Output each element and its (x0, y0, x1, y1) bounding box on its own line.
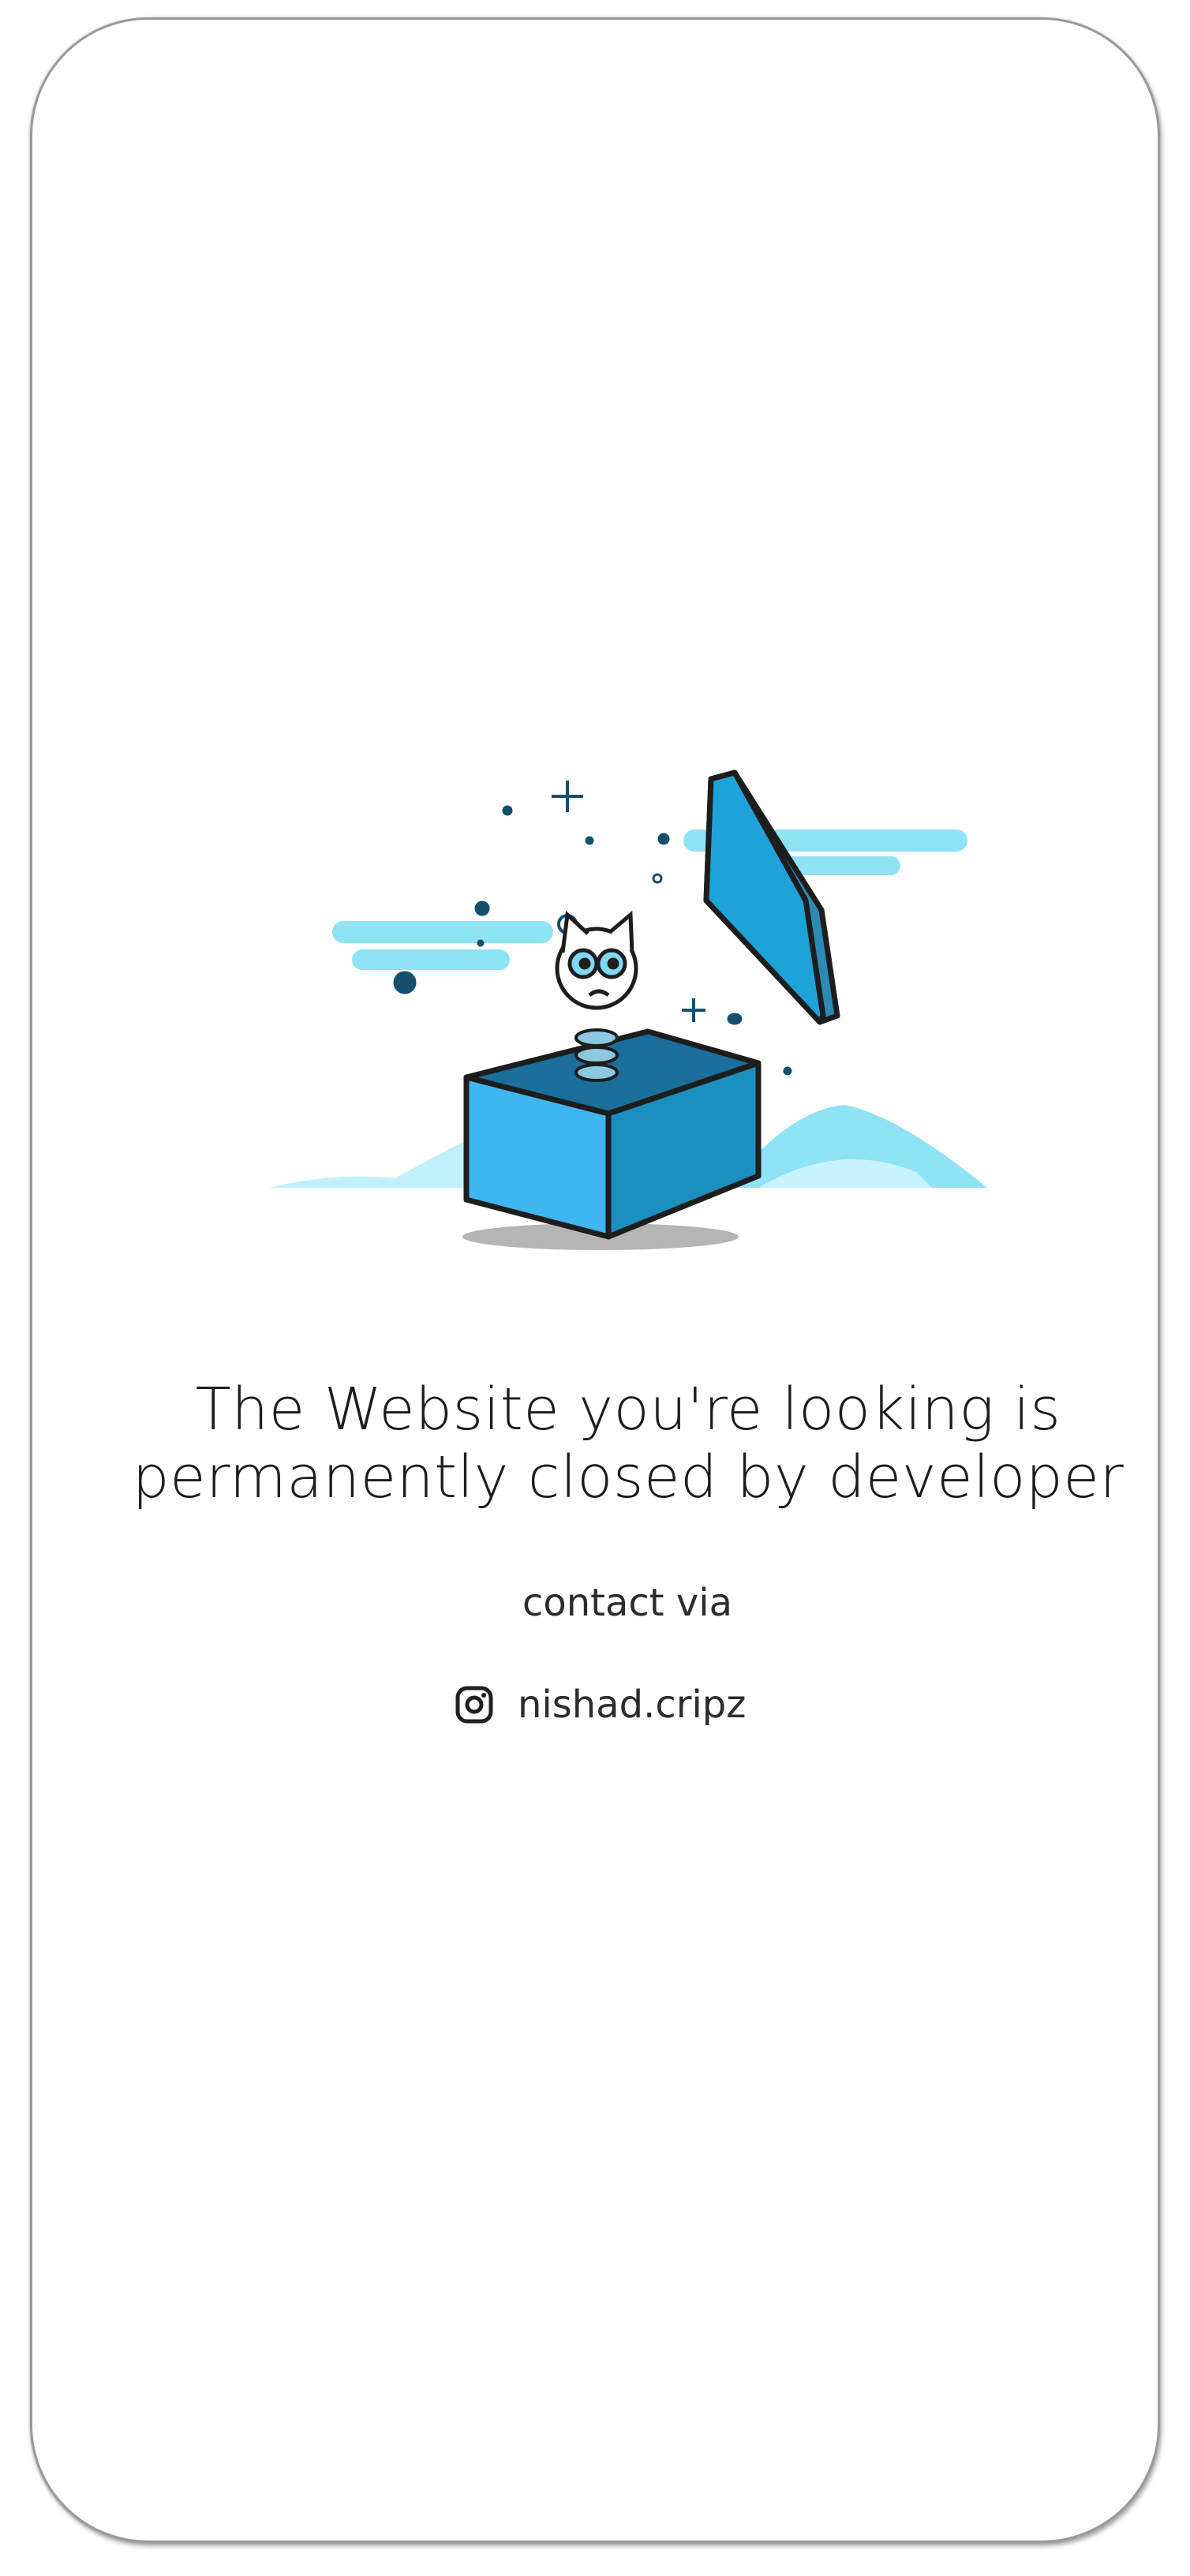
contact-label: contact via (522, 1581, 733, 1625)
instagram-icon (455, 1686, 493, 1724)
box-lid (703, 769, 840, 1025)
jack-face (555, 910, 638, 1010)
spring-coil (574, 1028, 619, 1082)
open-box (463, 1028, 762, 1240)
closed-message-line-1: The Website you're looking is (195, 1376, 1061, 1443)
instagram-handle: nishad.cripz (518, 1683, 747, 1727)
closed-message: The Website you're looking is permanentl… (64, 1376, 1158, 1511)
phone-frame: The Website you're looking is permanentl… (30, 17, 1160, 2543)
jack-in-the-box-illustration (269, 769, 987, 1250)
closed-message-line-2: permanently closed by developer (132, 1443, 1125, 1511)
instagram-contact-link[interactable]: nishad.cripz (455, 1677, 746, 1732)
